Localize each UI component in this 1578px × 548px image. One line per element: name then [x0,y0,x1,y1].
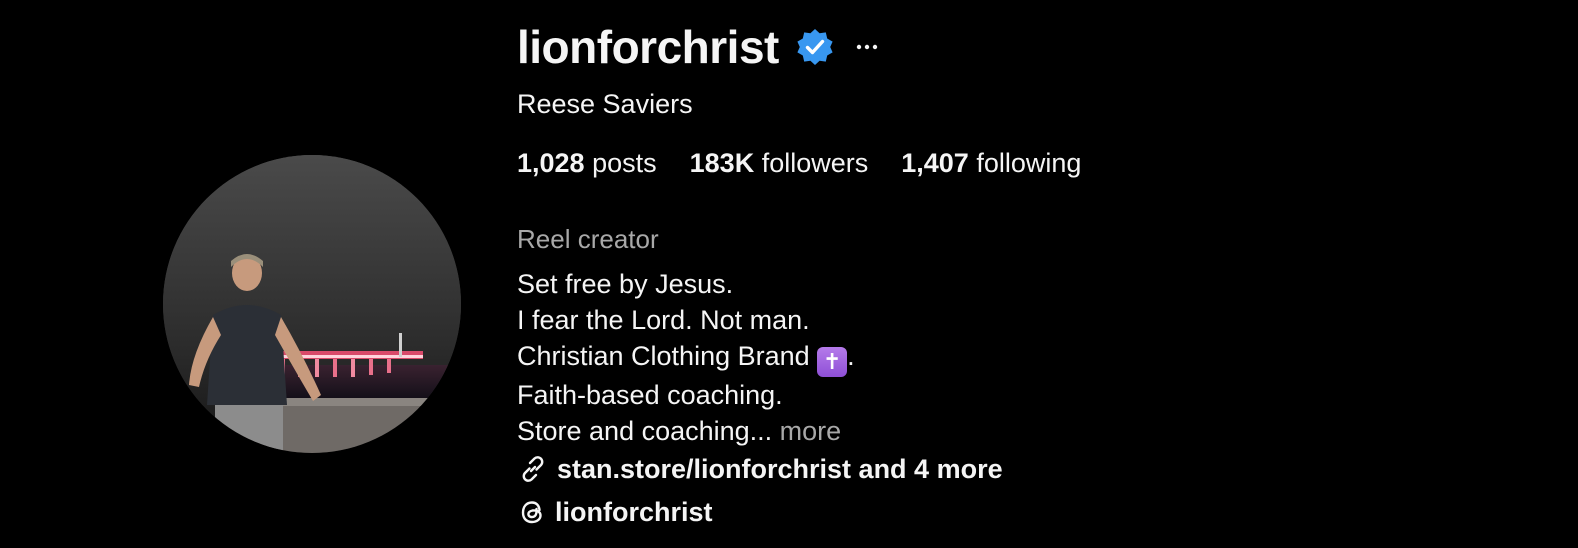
bio-line-4: Faith-based coaching. [517,380,783,410]
profile-category: Reel creator [517,224,659,254]
posts-count-stat: 1,028 posts [517,147,657,179]
profile-links[interactable]: stan.store/lionforchrist and 4 more [517,451,1003,487]
profile-stats: 1,028 posts 183K followers 1,407 followi… [517,147,1114,179]
posts-count: 1,028 [517,148,585,178]
bio-line-3-text: Christian Clothing Brand [517,341,818,371]
followers-link[interactable]: 183K followers [690,147,869,179]
profile-full-name: Reese Saviers [517,89,693,119]
profile-link-text: stan.store/lionforchrist and 4 more [557,454,1003,484]
followers-count: 183K [689,148,755,178]
following-count: 1,407 [901,148,969,178]
bio-more-link[interactable]: more [780,416,842,446]
bio-line-2: I fear the Lord. Not man. [517,305,810,335]
bio-line-3: Christian Clothing Brand ✝. [517,338,855,377]
threads-profile-link[interactable]: lionforchrist [517,494,713,530]
options-more-icon[interactable] [853,33,881,61]
threads-handle: lionforchrist [555,497,713,527]
following-link[interactable]: 1,407 following [901,147,1081,179]
posts-label: posts [592,148,657,178]
following-label: following [976,148,1082,178]
followers-label: followers [761,148,869,178]
profile-header: lionforchrist [517,20,881,74]
threads-icon [517,496,547,528]
bio-line-5-text: Store and coaching... [517,416,780,446]
bio-line-3-end: . [847,341,855,371]
bio-line-1: Set free by Jesus. [517,269,734,299]
link-icon [517,453,549,485]
profile-avatar[interactable] [163,155,461,453]
avatar-photo [163,155,461,453]
profile-bio: Set free by Jesus. I fear the Lord. Not … [517,266,855,449]
profile-page: lionforchrist Reese Saviers 1,028 posts … [0,0,1578,548]
latin-cross-emoji-icon: ✝ [817,347,848,377]
profile-username: lionforchrist [517,21,779,73]
verified-badge-icon [795,27,835,67]
bio-line-5: Store and coaching... more [517,413,855,449]
